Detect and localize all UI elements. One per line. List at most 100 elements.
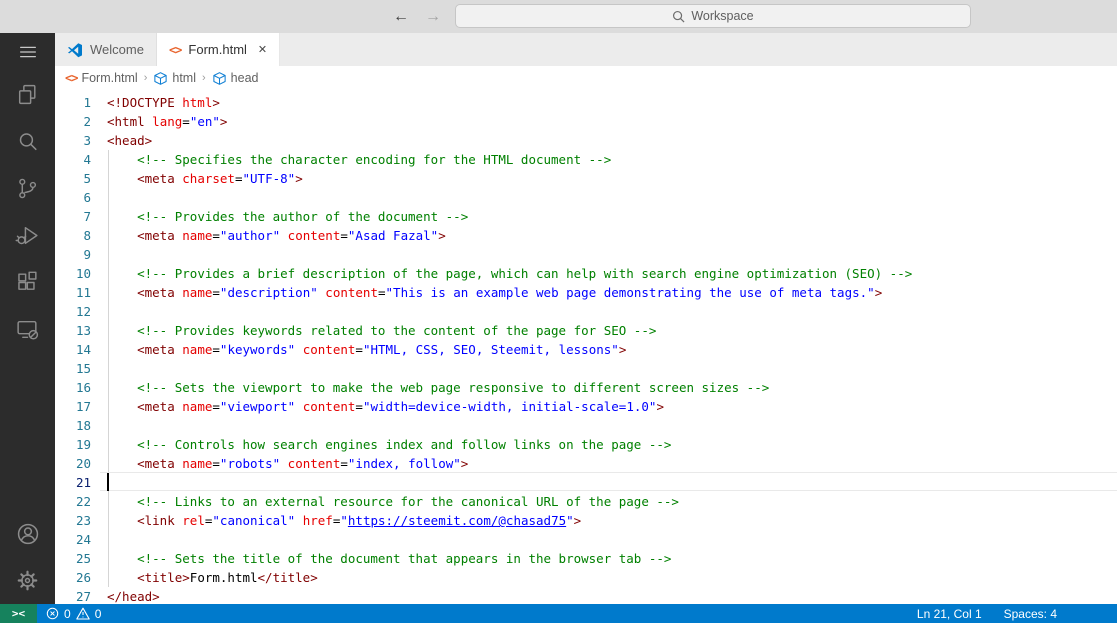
code-line[interactable]: 1 <!DOCTYPE html>	[55, 93, 1117, 112]
code-line[interactable]: 17 <meta name="viewport" content="width=…	[55, 397, 1117, 416]
code-line[interactable]: 20 <meta name="robots" content="index, f…	[55, 454, 1117, 473]
search-sidebar-icon[interactable]	[0, 118, 55, 165]
code-line[interactable]: 27 </head>	[55, 587, 1117, 604]
source-control-icon[interactable]	[0, 165, 55, 212]
code-text: <!-- Provides keywords related to the co…	[137, 323, 657, 338]
line-number: 8	[83, 228, 91, 243]
code-line[interactable]: 3 <head>	[55, 131, 1117, 150]
code-editor[interactable]: 1 <!DOCTYPE html> 2 <html lang="en"> 3 <head>…	[55, 90, 1117, 604]
command-center-search[interactable]: Workspace	[455, 4, 971, 28]
warning-count: 0	[94, 606, 102, 621]
error-icon	[46, 607, 59, 620]
line-number: 18	[75, 418, 91, 433]
line-number: 3	[83, 133, 91, 148]
code-line[interactable]: 5 <meta charset="UTF-8">	[55, 169, 1117, 188]
remote-explorer-icon[interactable]	[0, 306, 55, 353]
code-text: <html lang="en">	[107, 114, 228, 129]
code-line[interactable]: 26 <title>Form.html</title>	[55, 568, 1117, 587]
run-and-debug-icon[interactable]	[0, 212, 55, 259]
line-number: 11	[75, 285, 91, 300]
line-number: 5	[83, 171, 91, 186]
code-text: <title>Form.html</title>	[137, 570, 318, 585]
extensions-icon[interactable]	[0, 259, 55, 306]
code-text: <meta name="description" content="This i…	[137, 285, 883, 300]
code-line[interactable]: 4 <!-- Specifies the character encoding …	[55, 150, 1117, 169]
tab-form-html[interactable]: <> Form.html ✕	[156, 33, 281, 66]
symbol-cube-icon	[213, 71, 226, 85]
html-file-icon: <>	[65, 71, 78, 85]
remote-indicator[interactable]: ><	[0, 604, 37, 623]
forward-arrow-icon[interactable]: →	[425, 8, 441, 25]
tab-welcome[interactable]: Welcome	[55, 33, 157, 66]
code-line[interactable]: 19 <!-- Controls how search engines inde…	[55, 435, 1117, 454]
breadcrumb-item-head[interactable]: head	[212, 71, 258, 86]
code-line[interactable]: 10 <!-- Provides a brief description of …	[55, 264, 1117, 283]
accounts-icon[interactable]	[0, 510, 55, 557]
code-text: </head>	[107, 589, 160, 604]
close-tab-icon[interactable]: ✕	[258, 43, 267, 56]
line-number: 1	[83, 95, 91, 110]
back-arrow-icon[interactable]: ←	[393, 8, 409, 25]
code-line[interactable]: 24	[55, 530, 1117, 549]
problems-indicator[interactable]: 0 0	[37, 607, 101, 621]
line-number: 23	[75, 513, 91, 528]
code-line[interactable]: 14 <meta name="keywords" content="HTML, …	[55, 340, 1117, 359]
code-text: <meta name="robots" content="index, foll…	[137, 456, 469, 471]
code-text: <head>	[107, 133, 153, 148]
code-text: <meta charset="UTF-8">	[137, 171, 303, 186]
vscode-logo-icon	[68, 42, 82, 57]
code-lines: 1 <!DOCTYPE html> 2 <html lang="en"> 3 <head>…	[55, 90, 1117, 604]
code-line[interactable]: 9	[55, 245, 1117, 264]
breadcrumb-item-file[interactable]: <> Form.html	[65, 71, 138, 85]
code-text: <!DOCTYPE html>	[107, 95, 220, 110]
line-number: 2	[83, 114, 91, 129]
tab-label: Welcome	[90, 42, 144, 57]
code-line[interactable]: 23 <link rel="canonical" href="https://s…	[55, 511, 1117, 530]
search-icon	[673, 10, 685, 22]
code-line[interactable]: 25 <!-- Sets the title of the document t…	[55, 549, 1117, 568]
code-line[interactable]: 22 <!-- Links to an external resource fo…	[55, 492, 1117, 511]
code-line[interactable]: 11 <meta name="description" content="Thi…	[55, 283, 1117, 302]
code-line[interactable]: 13 <!-- Provides keywords related to the…	[55, 321, 1117, 340]
line-number: 9	[83, 247, 91, 262]
cursor-position[interactable]: Ln 21, Col 1	[917, 607, 982, 621]
line-number: 13	[75, 323, 91, 338]
code-line[interactable]: 15	[55, 359, 1117, 378]
line-number: 27	[75, 589, 91, 604]
code-line[interactable]: 7 <!-- Provides the author of the docume…	[55, 207, 1117, 226]
line-number: 6	[83, 190, 91, 205]
line-number: 21	[75, 475, 91, 490]
code-line[interactable]: 16 <!-- Sets the viewport to make the we…	[55, 378, 1117, 397]
code-line[interactable]: 12	[55, 302, 1117, 321]
menu-icon[interactable]	[0, 33, 55, 71]
chevron-right-icon: ›	[143, 72, 148, 84]
explorer-icon[interactable]	[0, 71, 55, 118]
code-line[interactable]: 8 <meta name="author" content="Asad Faza…	[55, 226, 1117, 245]
line-number: 17	[75, 399, 91, 414]
html-file-icon: <>	[168, 42, 182, 57]
code-line[interactable]: 18	[55, 416, 1117, 435]
indentation-setting[interactable]: Spaces: 4	[1004, 607, 1057, 621]
code-text: <!-- Specifies the character encoding fo…	[137, 152, 612, 167]
code-line[interactable]: 6	[55, 188, 1117, 207]
line-number: 22	[75, 494, 91, 509]
warning-icon	[75, 607, 90, 620]
code-line[interactable]: 2 <html lang="en">	[55, 112, 1117, 131]
code-text: <!-- Controls how search engines index a…	[137, 437, 672, 452]
breadcrumb-item-html[interactable]: html	[153, 71, 196, 86]
code-text: <!-- Sets the viewport to make the web p…	[137, 380, 770, 395]
line-number: 7	[83, 209, 91, 224]
code-text: <!-- Sets the title of the document that…	[137, 551, 672, 566]
activity-bar	[0, 33, 55, 604]
settings-gear-icon[interactable]	[0, 557, 55, 604]
line-number: 26	[75, 570, 91, 585]
code-line[interactable]: 21	[55, 473, 1117, 492]
line-number: 20	[75, 456, 91, 471]
